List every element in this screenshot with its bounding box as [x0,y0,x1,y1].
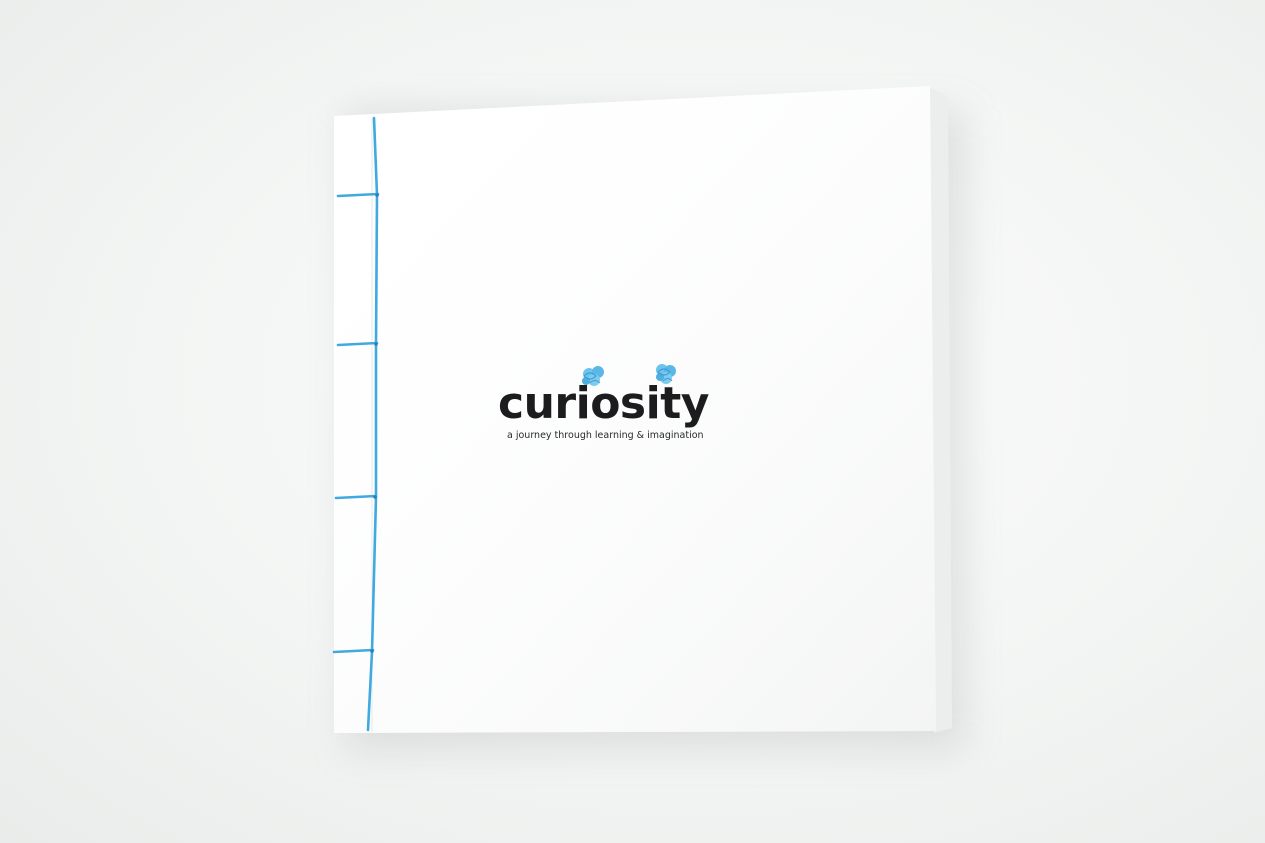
stitch-hole-4 [370,649,374,653]
book-subtitle: a journey through learning & imagination [507,430,704,441]
stab-bound-book: curiosity a journey through learning & i… [0,0,1265,843]
book-title: curiosity [498,378,709,429]
photo-scene: curiosity a journey through learning & i… [0,0,1265,843]
stitch-hole-2 [374,342,378,346]
cover-title-block: curiosity a journey through learning & i… [498,378,758,458]
stitch-hole-1 [375,193,379,197]
stitch-hole-3 [373,495,377,499]
